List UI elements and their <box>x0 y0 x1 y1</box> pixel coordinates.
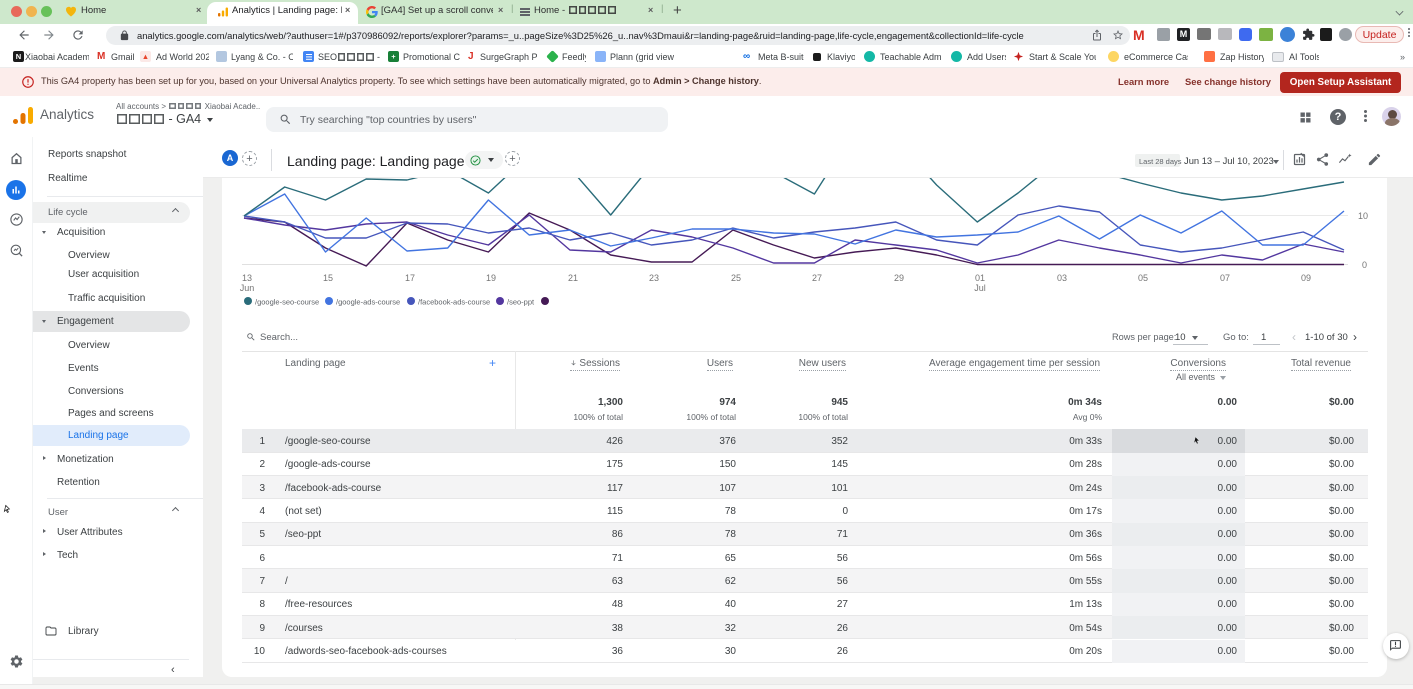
svg-text:21: 21 <box>568 273 578 283</box>
svg-text:10: 10 <box>1358 211 1368 221</box>
svg-text:Jul: Jul <box>974 283 986 293</box>
svg-text:27: 27 <box>812 273 822 283</box>
svg-text:23: 23 <box>649 273 659 283</box>
svg-text:07: 07 <box>1220 273 1230 283</box>
svg-text:/google-ads-course: /google-ads-course <box>336 298 400 307</box>
svg-text:03: 03 <box>1057 273 1067 283</box>
svg-text:25: 25 <box>731 273 741 283</box>
svg-text:0: 0 <box>1362 260 1367 270</box>
svg-text:13: 13 <box>242 273 252 283</box>
svg-text:01: 01 <box>975 273 985 283</box>
svg-text:17: 17 <box>405 273 415 283</box>
svg-text:15: 15 <box>323 273 333 283</box>
svg-text:/seo-ppt: /seo-ppt <box>507 298 535 307</box>
svg-text:/facebook-ads-course: /facebook-ads-course <box>418 298 490 307</box>
svg-text:05: 05 <box>1138 273 1148 283</box>
svg-text:Jun: Jun <box>240 283 255 293</box>
svg-text:19: 19 <box>486 273 496 283</box>
svg-text:09: 09 <box>1301 273 1311 283</box>
svg-text:/google-seo-course: /google-seo-course <box>255 298 319 307</box>
svg-text:29: 29 <box>894 273 904 283</box>
